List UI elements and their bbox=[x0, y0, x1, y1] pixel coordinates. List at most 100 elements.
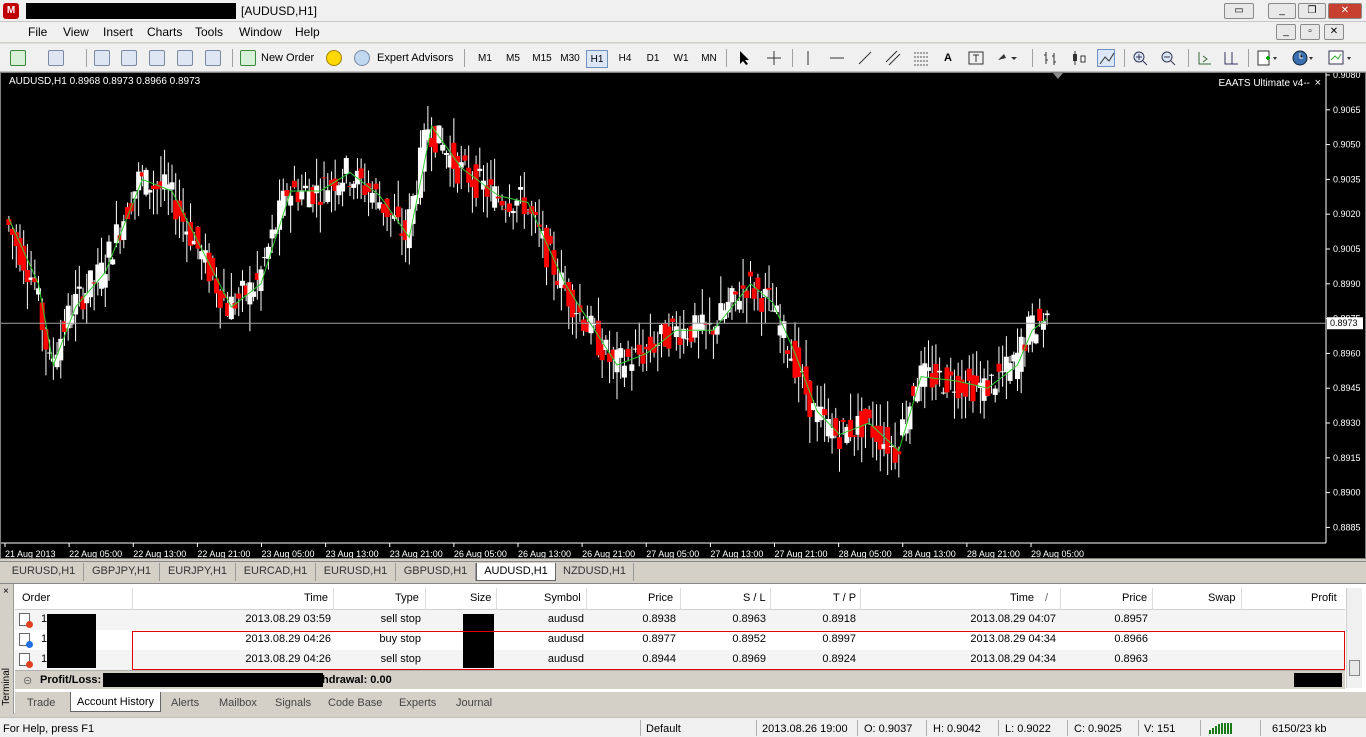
data-window-icon[interactable] bbox=[121, 50, 137, 66]
status-high: H: 0.9042 bbox=[933, 723, 981, 735]
minimize-button[interactable]: _ bbox=[1268, 3, 1296, 19]
chart-area[interactable]: 0.9080 0.9065 0.9050 0.9035 0.9020 0.9005 0.89… bbox=[0, 72, 1366, 559]
timeframe-m15[interactable]: M15 bbox=[530, 50, 554, 68]
col-size[interactable]: Size bbox=[470, 592, 491, 604]
time-tick-label: 22 Aug 05:00 bbox=[69, 549, 122, 558]
chart-shift-icon[interactable] bbox=[1222, 50, 1240, 66]
tab-alerts[interactable]: Alerts bbox=[171, 695, 199, 713]
close-button[interactable]: ✕ bbox=[1328, 3, 1362, 19]
price-chart[interactable]: 0.9080 0.9065 0.9050 0.9035 0.9020 0.9005 0.89… bbox=[1, 73, 1365, 558]
vertical-line-icon[interactable] bbox=[800, 50, 816, 66]
terminal-scrollbar[interactable] bbox=[1346, 588, 1362, 688]
chart-tab-eurjpy[interactable]: EURJPY,H1 bbox=[160, 563, 236, 581]
timeframe-d1[interactable]: D1 bbox=[642, 50, 664, 68]
tab-signals[interactable]: Signals bbox=[275, 695, 311, 713]
terminal-close-icon[interactable]: × bbox=[3, 586, 9, 597]
col-swap[interactable]: Swap bbox=[1208, 592, 1236, 604]
crosshair-icon[interactable] bbox=[766, 50, 782, 66]
menu-help[interactable]: Help bbox=[295, 25, 320, 39]
chart-tab-gbpjpy[interactable]: GBPJPY,H1 bbox=[84, 563, 160, 581]
tab-mailbox[interactable]: Mailbox bbox=[219, 695, 257, 713]
col-time[interactable]: Time bbox=[304, 592, 328, 604]
chart-tab-audusd[interactable]: AUDUSD,H1 bbox=[476, 563, 556, 581]
cursor-arrow-icon[interactable] bbox=[736, 50, 752, 66]
child-minimize-button[interactable]: _ bbox=[1276, 24, 1296, 40]
time-tick-label: 22 Aug 21:00 bbox=[197, 549, 250, 558]
menu-file[interactable]: File bbox=[28, 25, 47, 39]
timeframe-m1[interactable]: M1 bbox=[474, 50, 496, 68]
market-watch-icon[interactable] bbox=[94, 50, 110, 66]
col-close-time[interactable]: Time bbox=[1010, 592, 1034, 604]
table-row[interactable]: 1 2013.08.29 03:59 sell stop audusd 0.89… bbox=[15, 610, 1345, 630]
trendline-icon[interactable] bbox=[857, 50, 873, 66]
text-tool-icon[interactable]: A bbox=[944, 48, 952, 68]
equidistant-channel-icon[interactable] bbox=[885, 50, 901, 66]
templates-icon[interactable] bbox=[1328, 50, 1354, 66]
col-tp[interactable]: T / P bbox=[833, 592, 856, 604]
menu-view[interactable]: View bbox=[63, 25, 89, 39]
zoom-out-icon[interactable] bbox=[1160, 50, 1176, 66]
tab-account-history[interactable]: Account History bbox=[70, 692, 162, 712]
status-separator bbox=[1138, 720, 1139, 736]
auto-scroll-icon[interactable] bbox=[1196, 50, 1212, 66]
timeframe-w1[interactable]: W1 bbox=[670, 50, 692, 68]
expert-advisors-icon[interactable] bbox=[354, 50, 370, 66]
expert-close-icon[interactable]: × bbox=[1315, 77, 1321, 89]
toolbar-separator bbox=[1188, 49, 1189, 67]
restore-button[interactable]: ❐ bbox=[1298, 3, 1326, 19]
col-sl[interactable]: S / L bbox=[743, 592, 766, 604]
tab-code-base[interactable]: Code Base bbox=[328, 695, 382, 713]
chart-tab-eurusd-2[interactable]: EURUSD,H1 bbox=[316, 563, 396, 581]
child-close-button[interactable]: ✕ bbox=[1324, 24, 1344, 40]
tab-trade[interactable]: Trade bbox=[27, 695, 55, 713]
tab-experts[interactable]: Experts bbox=[399, 695, 436, 713]
child-restore-button[interactable]: ▫ bbox=[1300, 24, 1320, 40]
new-order-button[interactable]: New Order bbox=[261, 48, 314, 68]
timeframe-m30[interactable]: M30 bbox=[558, 50, 582, 68]
timeframe-m5[interactable]: M5 bbox=[502, 50, 524, 68]
toolbar: New Order Expert Advisors M1 M5 M15 M30 … bbox=[0, 43, 1366, 72]
line-chart-icon[interactable] bbox=[1097, 49, 1115, 67]
new-order-icon[interactable] bbox=[240, 50, 256, 66]
profit-loss-row: ⊝ Profit/Loss: Withdrawal: 0.00 bbox=[15, 670, 1345, 689]
chart-tab-eurcad[interactable]: EURCAD,H1 bbox=[236, 563, 316, 581]
menu-charts[interactable]: Charts bbox=[147, 25, 182, 39]
text-label-icon[interactable] bbox=[968, 50, 984, 66]
new-chart-icon[interactable] bbox=[10, 50, 26, 66]
status-profile: Default bbox=[646, 723, 681, 735]
menu-window[interactable]: Window bbox=[239, 25, 282, 39]
terminal-icon[interactable] bbox=[177, 50, 193, 66]
candle-body bbox=[755, 277, 761, 290]
chart-tab-eurusd[interactable]: EURUSD,H1 bbox=[4, 563, 84, 581]
timeframe-h4[interactable]: H4 bbox=[614, 50, 636, 68]
strategy-tester-icon[interactable] bbox=[205, 50, 221, 66]
col-profit[interactable]: Profit bbox=[1311, 592, 1337, 604]
scrollbar-thumb[interactable] bbox=[1349, 660, 1360, 676]
indicators-icon[interactable] bbox=[1257, 50, 1279, 66]
autotrading-warning-icon[interactable] bbox=[326, 50, 342, 66]
tile-window-icon[interactable]: ▭ bbox=[1224, 3, 1254, 19]
periods-clock-icon[interactable] bbox=[1292, 50, 1316, 66]
arrows-dropdown-icon[interactable] bbox=[996, 50, 1018, 66]
col-order[interactable]: Order bbox=[22, 592, 50, 604]
col-close-price[interactable]: Price bbox=[1122, 592, 1147, 604]
horizontal-line-icon[interactable] bbox=[829, 50, 845, 66]
tab-journal[interactable]: Journal bbox=[456, 695, 492, 713]
col-price[interactable]: Price bbox=[648, 592, 673, 604]
navigator-icon[interactable] bbox=[149, 50, 165, 66]
menu-insert[interactable]: Insert bbox=[103, 25, 133, 39]
price-tick-label: 0.8945 bbox=[1333, 383, 1361, 393]
col-type[interactable]: Type bbox=[395, 592, 419, 604]
bar-chart-icon[interactable] bbox=[1042, 50, 1060, 66]
candlestick-icon[interactable] bbox=[1070, 50, 1088, 66]
timeframe-h1[interactable]: H1 bbox=[586, 50, 608, 68]
profiles-icon[interactable] bbox=[48, 50, 64, 66]
fibonacci-icon[interactable] bbox=[913, 50, 929, 66]
zoom-in-icon[interactable] bbox=[1132, 50, 1148, 66]
chart-tab-gbpusd[interactable]: GBPUSD,H1 bbox=[396, 563, 476, 581]
col-symbol[interactable]: Symbol bbox=[544, 592, 581, 604]
menu-tools[interactable]: Tools bbox=[195, 25, 223, 39]
expert-advisors-button[interactable]: Expert Advisors bbox=[377, 48, 453, 68]
chart-tab-nzdusd[interactable]: NZDUSD,H1 bbox=[556, 563, 634, 581]
timeframe-mn[interactable]: MN bbox=[698, 50, 720, 68]
